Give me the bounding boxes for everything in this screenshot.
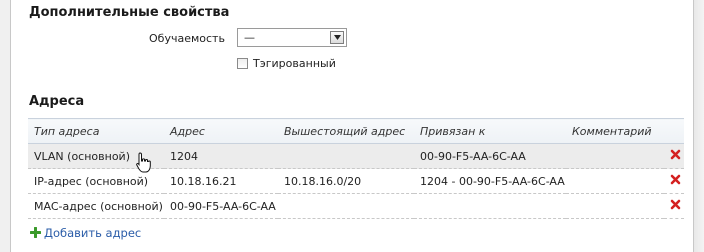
cell-bound: 1204 - 00-90-F5-AA-6C-AA [414, 168, 566, 194]
tagged-label: Тэгированный [253, 57, 336, 70]
window-edge [694, 0, 704, 252]
cell-address: 00-90-F5-AA-6C-AA [164, 193, 278, 219]
cell-bound: 00-90-F5-AA-6C-AA [414, 143, 566, 169]
addresses-title: Адреса [29, 94, 85, 109]
table-header: Тип адреса Адрес Вышестоящий адрес Привя… [28, 118, 684, 144]
cell-parent [278, 193, 414, 219]
column-header-address[interactable]: Адрес [164, 118, 278, 144]
delete-icon[interactable] [670, 174, 682, 186]
cell-bound [414, 193, 566, 219]
delete-cell [664, 143, 684, 169]
cell-type: MAC-адрес (основной) [28, 193, 164, 219]
cell-address: 10.18.16.21 [164, 168, 278, 194]
delete-icon[interactable] [670, 199, 682, 211]
hand-cursor-icon [136, 152, 151, 173]
delete-cell [664, 168, 684, 194]
cell-parent: 10.18.16.0/20 [278, 168, 414, 194]
delete-icon[interactable] [670, 149, 682, 161]
learnability-value: — [244, 31, 255, 44]
tagged-checkbox[interactable] [237, 58, 248, 69]
learnability-select[interactable]: — [237, 28, 347, 47]
table-row[interactable]: IP-адрес (основной) 10.18.16.21 10.18.16… [28, 168, 684, 194]
table-row[interactable]: VLAN (основной) 1204 00-90-F5-AA-6C-AA [28, 143, 684, 169]
cell-comment [566, 168, 664, 194]
extra-properties-title: Дополнительные свойства [29, 5, 230, 20]
column-header-comment[interactable]: Комментарий [566, 118, 664, 144]
delete-cell [664, 193, 684, 219]
cell-address: 1204 [164, 143, 278, 169]
column-header-actions [664, 118, 684, 144]
add-icon[interactable] [30, 227, 41, 238]
column-header-parent[interactable]: Вышестоящий адрес [278, 118, 414, 144]
cell-comment [566, 143, 664, 169]
add-address-link[interactable]: Добавить адрес [44, 226, 141, 240]
column-header-type[interactable]: Тип адреса [28, 118, 164, 144]
cell-comment [566, 193, 664, 219]
column-header-bound[interactable]: Привязан к [414, 118, 566, 144]
dropdown-arrow-icon[interactable] [330, 31, 344, 44]
cell-parent [278, 143, 414, 169]
table-row[interactable]: MAC-адрес (основной) 00-90-F5-AA-6C-AA [28, 193, 684, 219]
addresses-table: Тип адреса Адрес Вышестоящий адрес Привя… [28, 118, 684, 219]
learnability-label: Обучаемость [149, 32, 225, 45]
